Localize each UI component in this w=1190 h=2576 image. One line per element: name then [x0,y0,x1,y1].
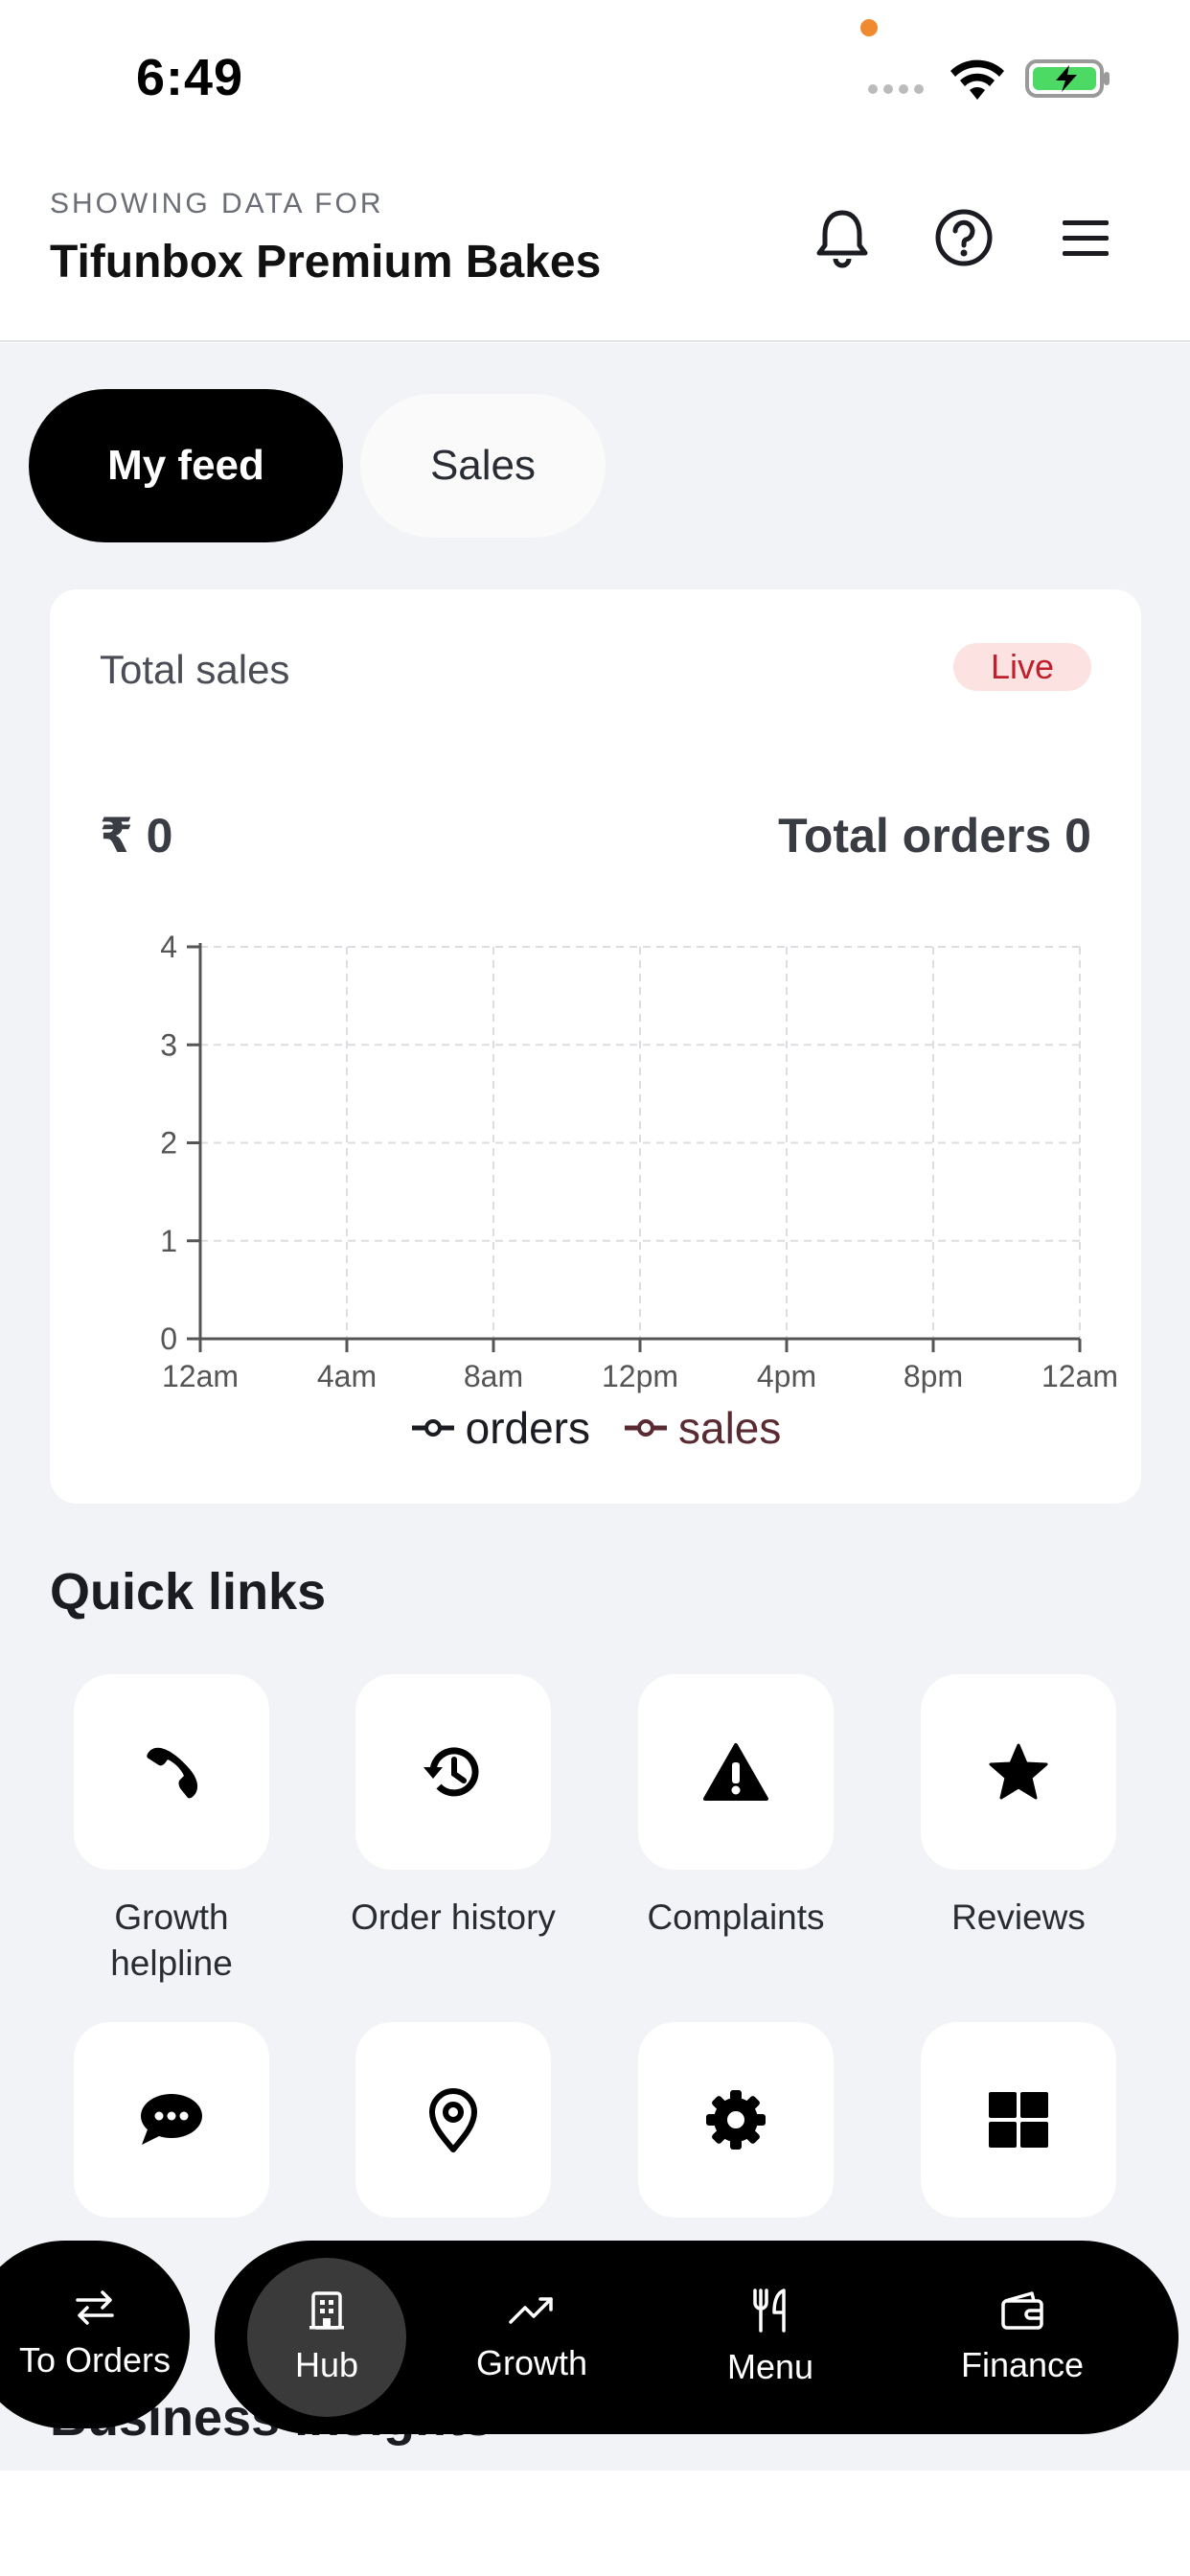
star-icon [989,1743,1048,1800]
nav-item-menu[interactable]: Menu [694,2241,847,2434]
main-content: My feed Sales Total sales Live ₹ 0 Total… [0,343,1190,2471]
quick-link-location[interactable] [338,2022,568,2242]
recording-indicator-icon [860,19,878,36]
menu-icon[interactable] [1051,203,1120,272]
quick-link-label: Order history [351,1898,556,1937]
legend-item-orders: orders [410,1402,590,1454]
warning-icon [703,1743,768,1801]
swap-arrows-icon [76,2290,114,2325]
quick-link-growth-helpline[interactable]: Growth helpline [57,1674,286,1987]
tab-sales[interactable]: Sales [360,394,606,538]
nav-label: Growth [475,2343,588,2382]
chat-icon [141,2094,202,2145]
nav-label: To Orders [18,2340,172,2380]
app-header: SHOWING DATA FOR Tifunbox Premium Bakes [0,153,1190,342]
y-tick-label: 3 [160,1027,177,1062]
sales-orders-chart: 0 1 2 3 4 12am 4am 8am 12pm 4pm 8pm 12am [160,930,1118,1393]
quick-link-label: Complaints [647,1898,825,1937]
phone-icon [147,1747,198,1799]
quick-link-tile[interactable] [74,2022,269,2218]
quick-link-tile[interactable] [355,2022,551,2218]
quick-link-tile[interactable] [921,2022,1116,2218]
legend-orders-label: orders [465,1403,590,1453]
quick-link-order-history[interactable]: Order history [338,1674,568,1941]
quick-link-reviews[interactable]: Reviews [904,1674,1133,1941]
building-icon [309,2291,344,2330]
y-tick-label: 4 [160,930,177,964]
legend-sales-marker-icon [625,1419,667,1437]
cellular-signal-icon [868,84,924,94]
legend-orders-marker-icon [411,1419,454,1437]
y-tick-label: 2 [160,1126,177,1161]
quick-link-label: Reviews [951,1898,1086,1937]
nav-item-growth[interactable]: Growth [454,2241,609,2434]
quick-link-settings[interactable] [621,2022,851,2242]
settings-gear-icon [706,2090,766,2150]
outlet-caption: SHOWING DATA FOR [50,188,384,219]
tab-my-feed[interactable]: My feed [29,389,343,542]
quick-link-chat[interactable] [57,2022,286,2242]
quick-link-tile[interactable] [638,2022,834,2218]
nav-item-to-orders[interactable]: To Orders [0,2241,190,2428]
wifi-icon [950,59,1004,100]
quick-link-tile[interactable] [638,1674,834,1870]
trend-up-icon [509,2297,553,2324]
nav-label: Hub [294,2345,359,2384]
nav-item-hub[interactable]: Hub [247,2241,406,2434]
nav-label: Menu [726,2347,814,2386]
quick-link-tile[interactable] [921,1674,1116,1870]
x-tick-label: 12pm [602,1359,678,1393]
nav-item-finance[interactable]: Finance [922,2241,1123,2434]
quick-link-tile[interactable] [355,1674,551,1870]
outlet-name[interactable]: Tifunbox Premium Bakes [50,236,601,288]
x-tick-label: 8pm [904,1359,963,1393]
chart-legend: orders sales [50,1402,1141,1454]
quick-link-complaints[interactable]: Complaints [621,1674,851,1941]
quick-links-title: Quick links [50,1563,327,1621]
legend-item-sales: sales [623,1402,781,1454]
bottom-nav-bar: Hub Growth Menu Finance [215,2241,1179,2434]
fork-knife-icon [753,2288,786,2333]
help-icon[interactable] [929,203,998,272]
history-icon [423,1747,479,1797]
x-tick-label: 4am [317,1359,377,1393]
x-tick-label: 12am [162,1359,239,1393]
x-tick-label: 4pm [757,1359,816,1393]
grid-icon [989,2092,1048,2148]
wallet-icon [1001,2291,1043,2330]
nav-label: Finance [960,2345,1085,2384]
y-tick-label: 1 [160,1224,177,1258]
quick-link-label: Growth helpline [110,1898,233,1983]
quick-link-grid[interactable] [904,2022,1133,2242]
total-sales-card: Total sales Live ₹ 0 Total orders 0 0123… [50,589,1141,1504]
battery-charging-icon [1025,59,1110,98]
status-bar: 6:49 [0,0,1190,153]
x-tick-label: 12am [1041,1359,1118,1393]
location-pin-icon [429,2088,477,2152]
legend-sales-label: sales [678,1403,782,1453]
bell-icon[interactable] [808,203,877,272]
quick-link-tile[interactable] [74,1674,269,1870]
status-time: 6:49 [136,49,244,106]
x-tick-label: 8am [464,1359,523,1393]
to-orders-button[interactable]: To Orders [0,2241,190,2428]
y-tick-label: 0 [160,1322,177,1356]
